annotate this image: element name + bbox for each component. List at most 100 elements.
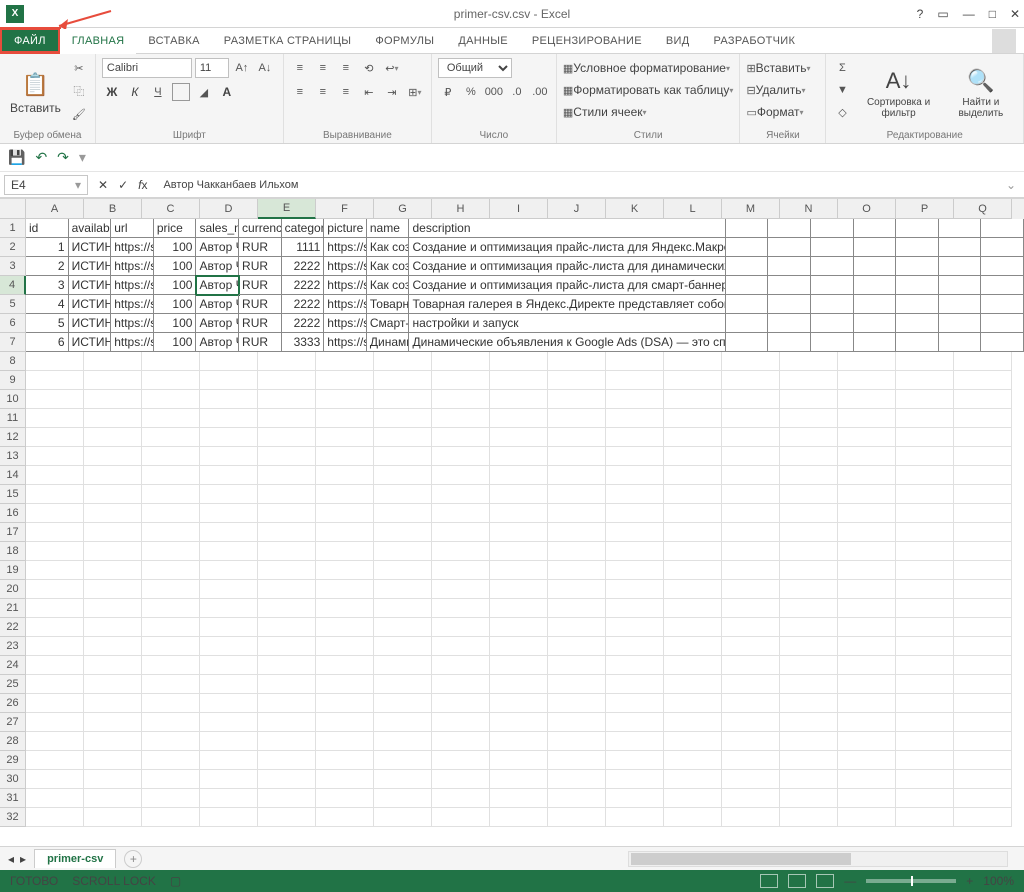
cell[interactable] [838,542,896,561]
cell[interactable] [490,409,548,428]
cell[interactable] [84,371,142,390]
cell[interactable] [780,789,838,808]
cell[interactable] [780,599,838,618]
cell[interactable] [258,694,316,713]
cell[interactable] [548,523,606,542]
cell[interactable] [780,542,838,561]
cell[interactable] [142,390,200,409]
cell[interactable] [258,770,316,789]
cell[interactable] [374,808,432,827]
cell[interactable] [258,561,316,580]
cell[interactable]: Товарная [367,295,410,314]
cell[interactable] [896,447,954,466]
cell[interactable] [606,618,664,637]
cell[interactable] [548,789,606,808]
zoom-level[interactable]: 100% [983,874,1014,888]
cell[interactable] [722,618,780,637]
cell[interactable] [606,732,664,751]
cell[interactable]: description [409,219,725,238]
cell[interactable]: 100 [154,333,197,352]
cell[interactable] [981,257,1024,276]
column-header-B[interactable]: B [84,199,142,219]
cell[interactable] [664,599,722,618]
cell[interactable] [432,808,490,827]
cell[interactable] [664,485,722,504]
cell[interactable] [142,618,200,637]
cell[interactable] [490,447,548,466]
cell[interactable] [896,523,954,542]
tab-data[interactable]: ДАННЫЕ [446,28,520,53]
cell[interactable] [838,618,896,637]
cell[interactable] [316,732,374,751]
cell[interactable] [896,732,954,751]
cell[interactable] [142,713,200,732]
row-header-30[interactable]: 30 [0,770,26,789]
cell[interactable] [664,618,722,637]
cell[interactable] [490,504,548,523]
cell[interactable]: 5 [26,314,69,333]
cell[interactable] [606,466,664,485]
cell[interactable] [200,732,258,751]
cell[interactable] [838,447,896,466]
cell[interactable] [548,561,606,580]
zoom-slider[interactable] [866,879,956,883]
cell[interactable] [664,561,722,580]
underline-button[interactable]: Ч [148,82,168,102]
cell[interactable] [664,504,722,523]
cell[interactable]: categoryid [282,219,325,238]
row-header-18[interactable]: 18 [0,542,26,561]
cell[interactable]: https://se [111,257,154,276]
font-color-button[interactable]: A [217,82,237,102]
row-header-8[interactable]: 8 [0,352,26,371]
cell[interactable] [726,333,769,352]
cell[interactable] [726,238,769,257]
cell[interactable] [664,542,722,561]
cell[interactable]: name [367,219,410,238]
cell[interactable] [780,694,838,713]
cell[interactable] [606,808,664,827]
cell[interactable] [854,257,897,276]
cell[interactable]: https://se [324,333,367,352]
cell[interactable] [84,599,142,618]
save-icon[interactable]: 💾 [8,149,25,166]
cell[interactable] [84,580,142,599]
cell[interactable]: 100 [154,276,197,295]
cell[interactable] [606,447,664,466]
cell[interactable] [722,428,780,447]
cell[interactable] [374,599,432,618]
cell[interactable]: 2222 [282,295,325,314]
cell[interactable] [811,257,854,276]
cell[interactable] [26,656,84,675]
cell[interactable]: Динамические объявления к Google Ads (DS… [409,333,725,352]
cell[interactable] [548,732,606,751]
format-painter-icon[interactable]: 🖌 [69,104,89,124]
cell[interactable] [142,789,200,808]
cell[interactable]: 6 [26,333,69,352]
cell[interactable] [374,485,432,504]
cell[interactable] [896,257,939,276]
orientation-icon[interactable]: ⟲ [359,58,379,78]
cell[interactable] [316,618,374,637]
cell[interactable] [954,808,1012,827]
user-avatar[interactable] [992,29,1016,53]
cell[interactable] [722,637,780,656]
align-top-icon[interactable]: ≡ [290,58,310,78]
cell[interactable] [838,504,896,523]
sheet-nav[interactable]: ◂▸ [0,852,34,866]
cell[interactable] [780,409,838,428]
fx-icon[interactable]: fx [138,178,147,192]
cell[interactable] [200,561,258,580]
cell[interactable] [26,637,84,656]
cell[interactable] [664,789,722,808]
cell[interactable] [374,675,432,694]
cell[interactable]: Автор Чак [196,238,239,257]
column-header-D[interactable]: D [200,199,258,219]
cell[interactable] [200,770,258,789]
cell[interactable] [432,371,490,390]
cell[interactable] [896,637,954,656]
cell[interactable] [606,713,664,732]
cell[interactable] [258,390,316,409]
cell[interactable] [316,371,374,390]
cell[interactable] [811,276,854,295]
select-all-corner[interactable] [0,199,26,219]
